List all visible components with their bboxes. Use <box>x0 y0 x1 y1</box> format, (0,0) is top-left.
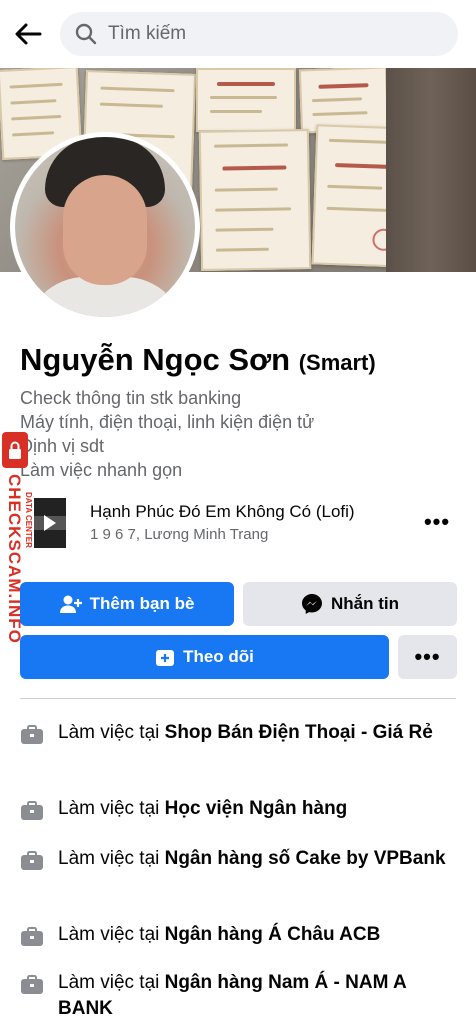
message-button[interactable]: Nhắn tin <box>243 582 457 626</box>
watermark-subtext: DATA CENTER <box>24 492 33 548</box>
certificate-image <box>196 68 296 132</box>
work-item-text: Làm việc tại Học viện Ngân hàng <box>58 796 454 822</box>
work-item[interactable]: Làm việc tại Shop Bán Điện Thoại - Giá R… <box>20 720 460 772</box>
bio-line: Làm việc nhanh gọn <box>20 460 183 480</box>
certificate-image <box>298 68 390 134</box>
certificate-image <box>198 129 312 271</box>
work-prefix: Làm việc tại <box>58 924 165 945</box>
add-friend-button[interactable]: Thêm bạn bè <box>20 582 234 626</box>
work-item[interactable]: Làm việc tại Học viện Ngân hàng <box>20 796 460 822</box>
add-friend-label: Thêm bạn bè <box>89 594 195 613</box>
work-item-text: Làm việc tại Ngân hàng Nam Á - NAM A BAN… <box>58 970 454 1022</box>
work-prefix: Làm việc tại <box>58 972 165 993</box>
profile-music[interactable]: Hạnh Phúc Đó Em Không Có (Lofi) 1 9 6 7,… <box>34 498 464 552</box>
add-friend-icon <box>59 594 82 614</box>
work-item-text: Làm việc tại Ngân hàng Á Châu ACB <box>58 922 454 948</box>
follow-icon <box>155 647 175 667</box>
search-placeholder: Tìm kiếm <box>108 23 187 44</box>
work-item-text: Làm việc tại Ngân hàng số Cake by VPBank <box>58 846 454 872</box>
briefcase-icon <box>21 975 43 994</box>
bio-line: Định vị sdt <box>20 436 105 456</box>
music-thumbnail[interactable] <box>34 498 66 548</box>
profile-alt-name: (Smart) <box>298 350 376 375</box>
music-artist: 1 9 6 7, Lương Minh Trang <box>90 526 269 543</box>
work-prefix: Làm việc tại <box>58 798 165 819</box>
back-button[interactable] <box>10 16 46 52</box>
avatar-photo <box>15 137 195 317</box>
profile-name: Nguyễn Ngọc Sơn (Smart) <box>20 342 376 378</box>
follow-button[interactable]: Theo dõi <box>20 635 389 679</box>
work-place: Shop Bán Điện Thoại - Giá Rẻ <box>164 722 433 743</box>
follow-label: Theo dõi <box>183 647 254 666</box>
search-input[interactable]: Tìm kiếm <box>60 12 458 56</box>
bio-line: Máy tính, điện thoại, linh kiện điện tử <box>20 412 315 432</box>
briefcase-icon <box>21 927 43 946</box>
lock-icon <box>2 432 28 468</box>
bio-line: Check thông tin stk banking <box>20 388 242 408</box>
more-options-button[interactable]: ••• <box>398 635 457 679</box>
play-icon <box>44 515 56 531</box>
briefcase-icon <box>21 801 43 820</box>
search-icon <box>74 21 100 47</box>
work-prefix: Làm việc tại <box>58 722 165 743</box>
messenger-icon <box>301 593 323 615</box>
work-place: Ngân hàng số Cake by VPBank <box>164 848 446 869</box>
work-prefix: Làm việc tại <box>58 848 165 869</box>
profile-bio: Check thông tin stk banking Máy tính, đi… <box>20 386 314 482</box>
message-label: Nhắn tin <box>331 594 399 613</box>
work-place: Ngân hàng Á Châu ACB <box>164 924 381 945</box>
briefcase-icon <box>21 851 43 870</box>
profile-avatar[interactable] <box>10 132 200 322</box>
work-item[interactable]: Làm việc tại Ngân hàng số Cake by VPBank <box>20 846 460 898</box>
wood-background <box>386 68 476 272</box>
work-item-text: Làm việc tại Shop Bán Điện Thoại - Giá R… <box>58 720 454 746</box>
music-title: Hạnh Phúc Đó Em Không Có (Lofi) <box>90 502 355 521</box>
profile-name-text: Nguyễn Ngọc Sơn <box>20 342 291 377</box>
back-arrow-icon <box>15 23 42 45</box>
top-bar: Tìm kiếm <box>0 0 476 68</box>
work-place: Học viện Ngân hàng <box>164 798 348 819</box>
work-item[interactable]: Làm việc tại Ngân hàng Nam Á - NAM A BAN… <box>20 970 460 1022</box>
divider <box>20 698 456 699</box>
music-more-button[interactable]: ••• <box>420 509 454 534</box>
work-item[interactable]: Làm việc tại Ngân hàng Á Châu ACB <box>20 922 460 948</box>
briefcase-icon <box>21 725 43 744</box>
